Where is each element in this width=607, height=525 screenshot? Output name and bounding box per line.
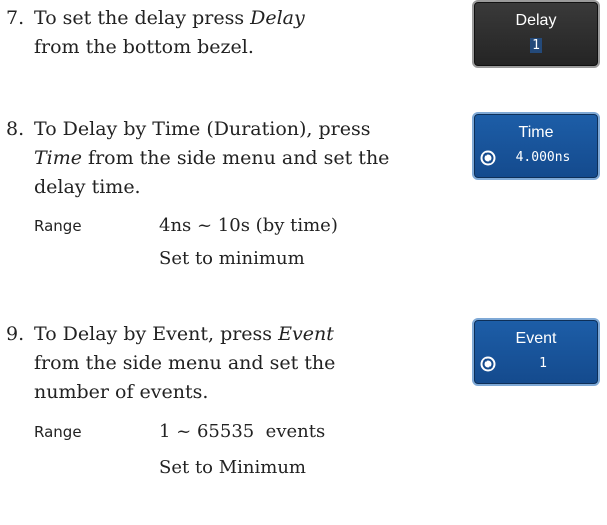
- delay-softkey[interactable]: Delay 1: [472, 0, 600, 68]
- step-number: 8.: [6, 118, 25, 140]
- event-softkey-value: 1: [539, 356, 547, 371]
- event-softkey-title: Event: [515, 330, 557, 347]
- step-text: To Delay by Event, press Event from the …: [34, 323, 336, 403]
- step-number: 9.: [6, 323, 25, 345]
- delay-softkey-value: 1: [530, 38, 542, 53]
- time-softkey[interactable]: Time 4.000ns: [472, 112, 600, 180]
- default-note: Set to minimum: [159, 248, 305, 269]
- step-number: 7.: [6, 7, 25, 29]
- time-term: Time: [34, 147, 83, 169]
- step-text: To Delay by Time (Duration), press Time …: [34, 118, 390, 198]
- range-value: 4ns ~ 10s (by time): [159, 215, 338, 236]
- time-softkey-value: 4.000ns: [515, 150, 571, 165]
- range-label: Range: [34, 423, 82, 441]
- default-note: Set to Minimum: [159, 457, 306, 478]
- range-value: 1 ~ 65535 events: [159, 421, 326, 442]
- time-softkey-title: Time: [518, 124, 554, 141]
- event-term: Event: [278, 323, 334, 345]
- event-softkey[interactable]: Event 1: [472, 318, 600, 386]
- step-text: To set the delay press Delay from the bo…: [34, 7, 305, 58]
- delay-softkey-title: Delay: [515, 12, 557, 29]
- range-label: Range: [34, 217, 82, 235]
- delay-term: Delay: [250, 7, 305, 29]
